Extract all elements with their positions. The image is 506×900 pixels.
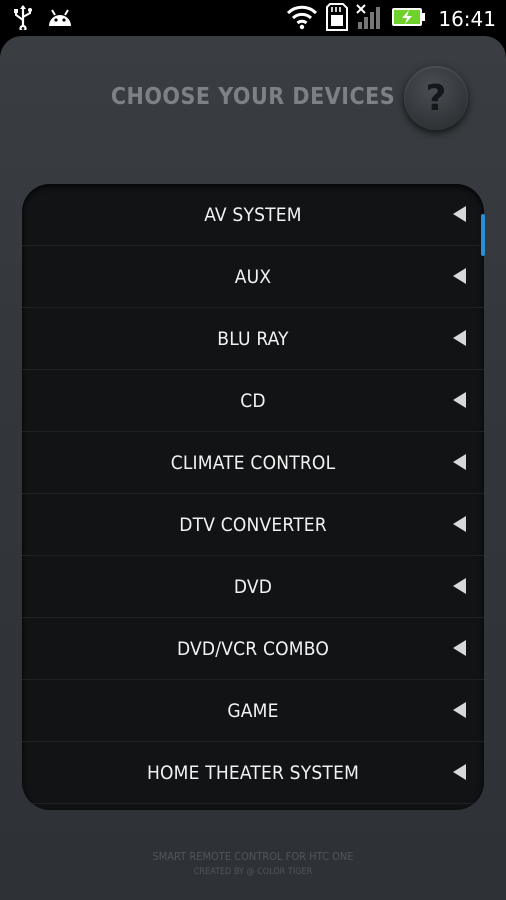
list-item-label: GAME xyxy=(227,699,279,722)
arrow-left-icon xyxy=(453,578,466,594)
arrow-left-icon xyxy=(453,702,466,718)
usb-icon xyxy=(12,4,34,34)
list-item-label: DTV CONVERTER xyxy=(179,513,327,536)
arrow-left-icon xyxy=(453,392,466,408)
status-bar: 16:41 xyxy=(0,0,506,36)
list-item-climate-control[interactable]: CLIMATE CONTROL xyxy=(22,432,484,494)
arrow-left-icon xyxy=(453,330,466,346)
main-panel: CHOOSE YOUR DEVICES ? AV SYSTEM AUX BLU … xyxy=(0,36,506,900)
arrow-left-icon xyxy=(453,516,466,532)
wifi-icon xyxy=(286,4,318,34)
arrow-left-icon xyxy=(453,454,466,470)
device-list[interactable]: AV SYSTEM AUX BLU RAY CD CLIMATE CONTROL… xyxy=(22,184,484,810)
list-item-game[interactable]: GAME xyxy=(22,680,484,742)
list-item-dtv-converter[interactable]: DTV CONVERTER xyxy=(22,494,484,556)
list-item-label: CLIMATE CONTROL xyxy=(170,451,336,474)
list-item-dvd-vcr-combo[interactable]: DVD/VCR COMBO xyxy=(22,618,484,680)
arrow-left-icon xyxy=(453,268,466,284)
android-icon xyxy=(46,6,74,32)
sd-card-icon xyxy=(326,3,349,35)
list-item-label: DVD xyxy=(233,575,273,598)
status-time: 16:41 xyxy=(438,7,496,31)
scrollbar[interactable] xyxy=(481,214,485,256)
arrow-left-icon xyxy=(453,206,466,222)
list-item-label: CD xyxy=(240,389,266,412)
list-item-label: BLU RAY xyxy=(217,327,289,350)
list-item-label: AUX xyxy=(234,265,272,288)
list-item-aux[interactable]: AUX xyxy=(22,246,484,308)
battery-charging-icon xyxy=(392,7,426,31)
list-item-blu-ray[interactable]: BLU RAY xyxy=(22,308,484,370)
list-item-label: HOME THEATER SYSTEM xyxy=(146,761,360,784)
list-item-label: DVD/VCR COMBO xyxy=(177,637,329,660)
help-button[interactable]: ? xyxy=(404,66,468,130)
arrow-left-icon xyxy=(453,764,466,780)
list-item-label: AV SYSTEM xyxy=(204,203,302,226)
help-icon: ? xyxy=(425,77,447,119)
list-item-cd[interactable]: CD xyxy=(22,370,484,432)
arrow-left-icon xyxy=(453,640,466,656)
footer-credit: CREATED BY @ COLOR TIGER xyxy=(193,867,313,877)
list-item-dvd[interactable]: DVD xyxy=(22,556,484,618)
footer-app-name: SMART REMOTE CONTROL FOR HTC ONE xyxy=(152,850,354,863)
list-item-av-system[interactable]: AV SYSTEM xyxy=(22,184,484,246)
signal-icon xyxy=(356,4,384,34)
list-item-home-theater-system[interactable]: HOME THEATER SYSTEM xyxy=(22,742,484,804)
